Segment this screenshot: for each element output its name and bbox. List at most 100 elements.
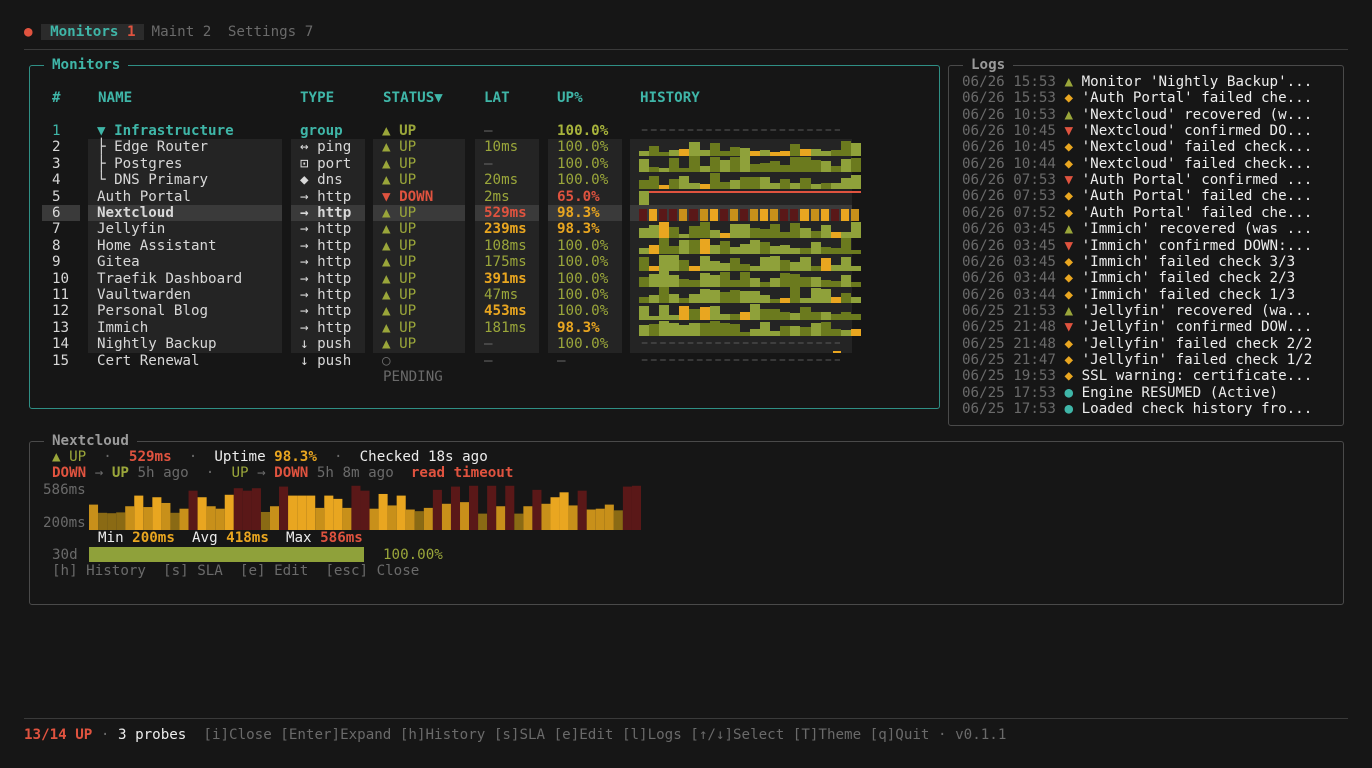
cell-id: 4 [52, 172, 61, 189]
log-entry[interactable]: 06/26 10:44 ◆ 'Nextcloud' failed check..… [962, 156, 1312, 172]
history-bar [800, 190, 811, 193]
history-bar [780, 245, 791, 255]
history-bar [780, 209, 789, 222]
log-entry[interactable]: 06/25 21:53 ▲ 'Jellyfin' recovered (wa..… [962, 303, 1312, 319]
monitor-row[interactable]: 14 Nightly Backup ↓ push ▲ UP — 100.0% [42, 336, 854, 353]
latency-bar [143, 507, 153, 530]
down-level-icon: ▼ [1064, 172, 1074, 189]
cell-lat: 10ms [475, 139, 539, 156]
history-bar [810, 190, 821, 193]
history-bar [790, 157, 801, 173]
history-bar [689, 141, 700, 156]
monitor-row[interactable]: 13 Immich → http ▲ UP 181ms 98.3% [42, 319, 861, 337]
cell-up: 100.0% [548, 254, 622, 271]
log-timestamp: 06/26 10:44 [962, 155, 1056, 172]
latency-bar [478, 513, 488, 530]
history-bar [719, 262, 730, 271]
latency-bar [532, 489, 542, 530]
log-timestamp: 06/25 21:47 [962, 351, 1056, 368]
warn-level-icon: ◆ [1064, 90, 1074, 107]
monitor-row[interactable]: 7 Jellyfin → http ▲ UP 239ms 98.3% [42, 221, 861, 238]
footer-bar: 13/14 UP · 3 probes [i]Close [Enter]Expa… [24, 727, 1006, 743]
sep: · [188, 449, 198, 465]
cell-name: └ DNS Primary [88, 172, 282, 189]
latency-bar [179, 508, 189, 530]
history-bar [669, 158, 680, 173]
cell-up: 98.3% [548, 221, 622, 238]
footer-divider [24, 718, 1348, 719]
log-entry[interactable]: 06/26 15:53 ▲ Monitor 'Nightly Backup'..… [962, 74, 1312, 90]
monitor-row[interactable]: 10 Traefik Dashboard → http ▲ UP 391ms 100.0% [42, 270, 861, 287]
monitor-row[interactable]: 2 ├ Edge Router ↔ ping ▲ UP 10ms 100.0% [42, 139, 861, 156]
log-entry[interactable]: 06/26 03:45 ▲ 'Immich' recovered (was ..… [962, 221, 1312, 237]
cell-lat: 2ms [475, 188, 539, 205]
monitor-row[interactable]: 15 Cert Renewal ↓ push ○ — — PENDING [42, 353, 854, 385]
log-entry[interactable]: 06/25 17:53 ● Loaded check history fro..… [962, 401, 1312, 417]
col-lat-header[interactable]: LAT [484, 90, 510, 106]
log-entry[interactable]: 06/26 03:45 ◆ 'Immich' failed check 3/3 [962, 254, 1295, 270]
log-entry[interactable]: 06/25 21:48 ▼ 'Jellyfin' confirmed DOW..… [962, 319, 1312, 335]
log-entry[interactable]: 06/26 03:44 ◆ 'Immich' failed check 1/3 [962, 287, 1295, 303]
log-entry[interactable]: 06/26 07:52 ◆ 'Auth Portal' failed che..… [962, 205, 1312, 221]
history-bar [800, 276, 811, 287]
tab-maint[interactable]: Maint 2 [144, 24, 212, 40]
latency-bar [387, 505, 397, 530]
history-bar [810, 323, 821, 337]
history-bar [770, 308, 781, 320]
cell-status: ▲ UP [373, 205, 465, 222]
history-bar [770, 277, 781, 287]
log-entry[interactable]: 06/25 19:53 ◆ SSL warning: certificate..… [962, 368, 1312, 384]
monitor-row[interactable]: 4 └ DNS Primary ◆ dns ▲ UP 20ms 100.0% [42, 172, 861, 189]
history-bar [739, 190, 750, 193]
latency-bar [134, 495, 144, 530]
log-entry[interactable]: 06/26 07:53 ◆ 'Auth Portal' failed che..… [962, 188, 1312, 204]
col-type-header[interactable]: TYPE [300, 90, 334, 106]
history-bar [810, 311, 821, 320]
log-entry[interactable]: 06/26 10:53 ▲ 'Nextcloud' recovered (w..… [962, 107, 1312, 123]
log-entry[interactable]: 06/26 15:53 ◆ 'Auth Portal' failed che..… [962, 90, 1312, 106]
cell-up: 100.0% [548, 237, 622, 255]
log-entry[interactable]: 06/26 07:53 ▼ 'Auth Portal' confirmed ..… [962, 172, 1312, 188]
history-empty-dots [640, 342, 840, 345]
monitor-row[interactable]: 3 ├ Postgres ⊡ port ▲ UP — 100.0% [42, 155, 861, 173]
log-entry[interactable]: 06/25 21:48 ◆ 'Jellyfin' failed check 2/… [962, 336, 1312, 352]
log-entry[interactable]: 06/26 03:45 ▼ 'Immich' confirmed DOWN:..… [962, 238, 1312, 254]
monitor-row[interactable]: 1 ▼ Infrastructure group ▲ UP — 100.0% [42, 123, 854, 139]
footer-key-hints[interactable]: [i]Close [Enter]Expand [h]History [s]SLA… [203, 727, 929, 743]
history-bar [659, 287, 670, 304]
transition2-from: UP [231, 465, 249, 481]
log-entry[interactable]: 06/26 03:44 ◆ 'Immich' failed check 2/3 [962, 270, 1295, 286]
monitor-row[interactable]: 8 Home Assistant → http ▲ UP 108ms 100.0% [42, 237, 861, 255]
col-up-header[interactable]: UP% [557, 90, 583, 106]
cell-status: ▲ UP [373, 336, 465, 353]
monitor-row[interactable]: 11 Vaultwarden → http ▲ UP 47ms 100.0% [42, 287, 861, 304]
log-entry[interactable]: 06/26 10:45 ◆ 'Nextcloud' failed check..… [962, 139, 1312, 155]
arrow-icon: → [257, 465, 266, 481]
history-bar [699, 323, 710, 337]
history-bar [750, 227, 761, 238]
log-timestamp: 06/26 15:53 [962, 74, 1056, 90]
monitor-row[interactable]: 9 Gitea → http ▲ UP 175ms 100.0% [42, 254, 861, 271]
log-entry[interactable]: 06/25 17:53 ● Engine RESUMED (Active) [962, 385, 1278, 401]
monitor-row[interactable]: 12 Personal Blog → http ▲ UP 453ms 100.0% [42, 303, 861, 320]
log-entry[interactable]: 06/25 21:47 ◆ 'Jellyfin' failed check 1/… [962, 352, 1312, 368]
col-name-header[interactable]: NAME [98, 90, 132, 106]
cell-type: group [300, 123, 343, 139]
monitor-row[interactable]: 6 Nextcloud → http ▲ UP 529ms 98.3% [42, 205, 859, 222]
monitor-row[interactable]: 5 Auth Portal → http ▼ DOWN 2ms 65.0% [42, 188, 861, 205]
tab-settings[interactable]: Settings 7 [211, 24, 313, 40]
cell-up: 100.0% [548, 270, 622, 287]
col-id-header[interactable]: # [52, 90, 61, 106]
history-sparkline [630, 172, 861, 189]
history-bar [729, 247, 740, 255]
cell-type: → http [291, 287, 365, 304]
col-history-header[interactable]: HISTORY [640, 90, 700, 106]
log-entry[interactable]: 06/26 10:45 ▼ 'Nextcloud' confirmed DO..… [962, 123, 1312, 139]
history-bar [739, 263, 750, 271]
col-status-header[interactable]: STATUS▼ [383, 90, 443, 106]
latency-bar [541, 503, 551, 530]
history-bar [699, 306, 710, 320]
tab-monitors[interactable]: Monitors 1 [41, 24, 144, 41]
log-timestamp: 06/26 03:45 [962, 221, 1056, 238]
log-timestamp: 06/26 03:45 [962, 253, 1056, 270]
